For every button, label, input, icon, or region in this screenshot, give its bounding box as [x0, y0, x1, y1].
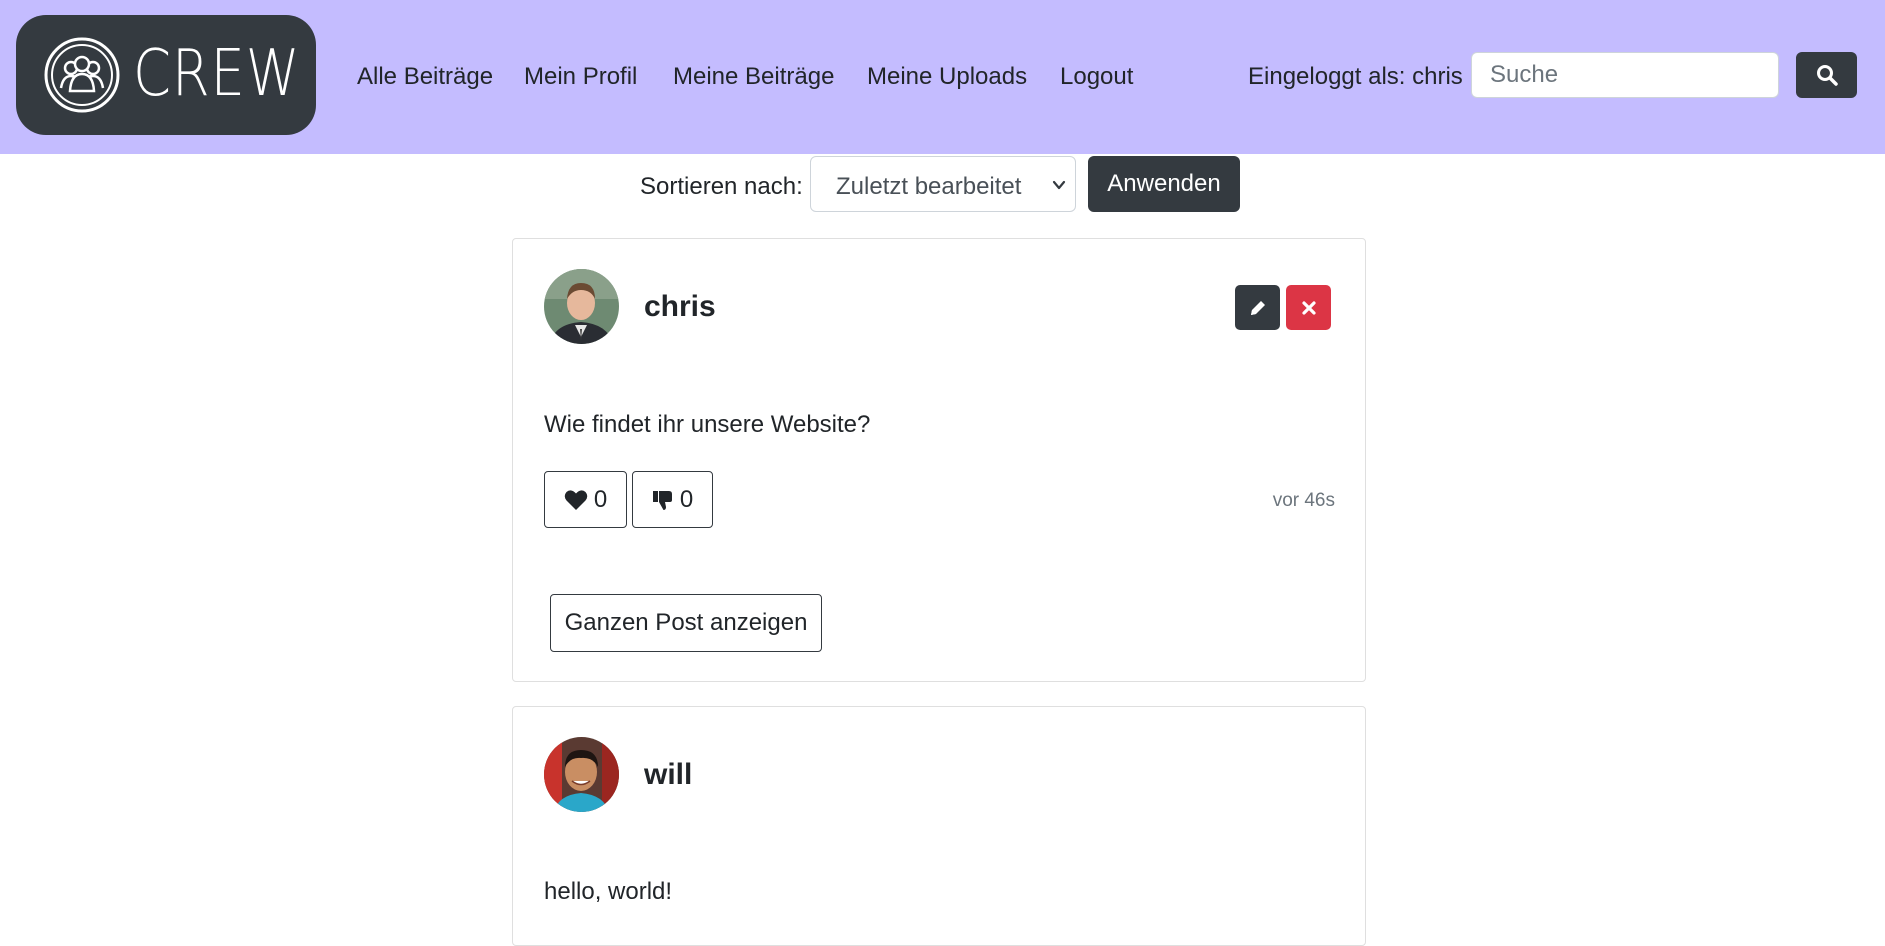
pencil-icon — [1250, 300, 1265, 315]
apply-button[interactable]: Anwenden — [1088, 156, 1240, 212]
navbar: CREW Alle Beiträge Mein Profil Meine Bei… — [0, 0, 1885, 154]
like-button[interactable]: 0 — [544, 471, 627, 528]
heart-icon — [564, 489, 588, 510]
search-icon — [1816, 65, 1838, 86]
nav-my-uploads[interactable]: Meine Uploads — [867, 62, 1027, 92]
post-card: chris Wie findet ihr unsere Website? 0 0… — [512, 238, 1366, 682]
avatar-photo — [544, 737, 619, 812]
post-text: Wie findet ihr unsere Website? — [544, 411, 871, 438]
search-button[interactable] — [1796, 52, 1857, 98]
brand-name: CREW — [133, 37, 301, 111]
post-timestamp: vor 46s — [1272, 490, 1335, 511]
sort-select[interactable]: Zuletzt bearbeitet — [810, 156, 1076, 212]
avatar-photo — [544, 269, 619, 344]
nav-all-posts[interactable]: Alle Beiträge — [357, 62, 493, 92]
dislike-count: 0 — [679, 485, 694, 513]
nav-my-posts[interactable]: Meine Beiträge — [673, 62, 834, 92]
nav-my-profile[interactable]: Mein Profil — [524, 62, 637, 92]
nav-logout[interactable]: Logout — [1060, 62, 1133, 92]
avatar[interactable] — [544, 269, 619, 344]
thumbs-down-icon — [652, 490, 672, 510]
logged-in-status: Eingeloggt als: chris — [1248, 63, 1463, 90]
search-input[interactable] — [1471, 52, 1779, 98]
dislike-button[interactable]: 0 — [632, 471, 713, 528]
delete-button[interactable] — [1286, 285, 1331, 330]
group-people-icon — [44, 37, 120, 113]
sort-label: Sortieren nach: — [640, 173, 803, 200]
chevron-down-icon — [1052, 180, 1066, 190]
show-full-post-button[interactable]: Ganzen Post anzeigen — [550, 594, 822, 652]
post-text: hello, world! — [544, 878, 673, 905]
sort-selected-value: Zuletzt bearbeitet — [836, 173, 1022, 200]
post-card: will hello, world! — [512, 706, 1366, 946]
post-author[interactable]: will — [644, 757, 692, 793]
like-count: 0 — [593, 485, 608, 513]
avatar[interactable] — [544, 737, 619, 812]
brand-logo[interactable]: CREW — [16, 15, 316, 135]
close-icon — [1301, 300, 1316, 315]
edit-button[interactable] — [1235, 285, 1280, 330]
post-author[interactable]: chris — [644, 289, 716, 325]
